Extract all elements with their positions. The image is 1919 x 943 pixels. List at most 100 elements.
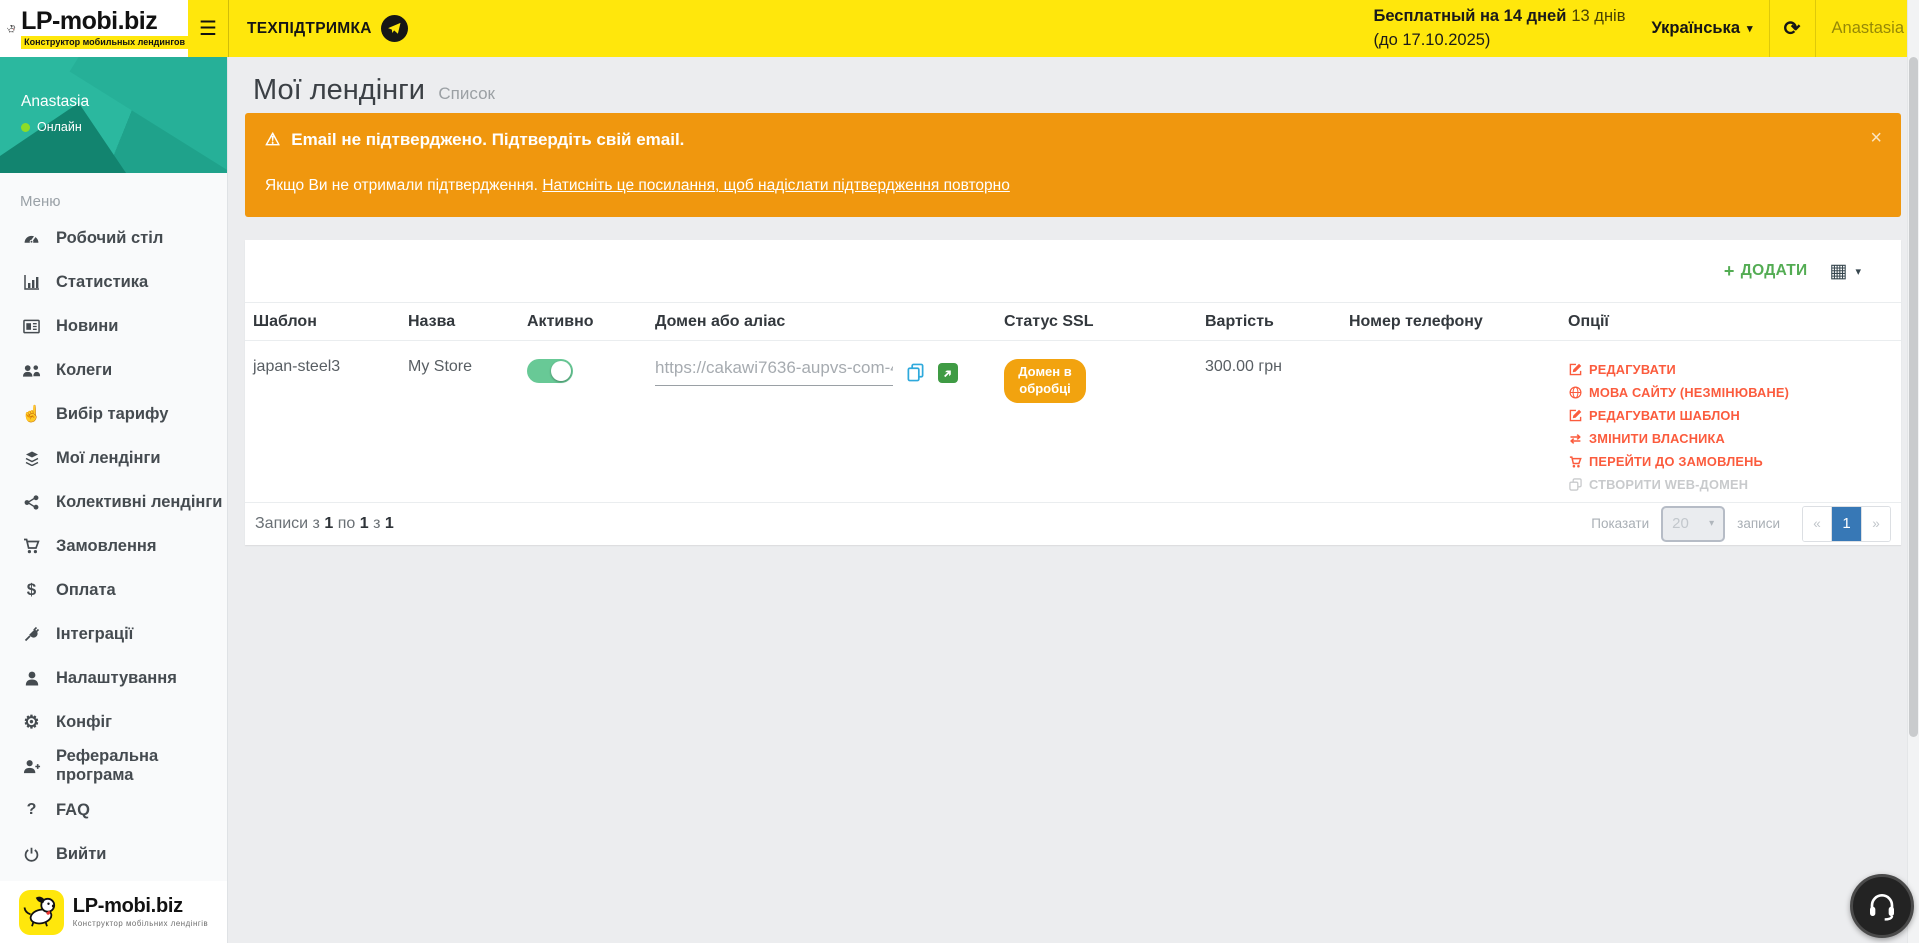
trial-days-left: 13 днів bbox=[1571, 7, 1625, 25]
sidebar-item-statistics[interactable]: Статистика bbox=[0, 260, 227, 304]
edit-icon bbox=[1568, 409, 1583, 422]
table-header-row: Шаблон Назва Активно Домен або аліас Ста… bbox=[245, 303, 1901, 341]
col-header-active: Активно bbox=[519, 303, 647, 341]
topbar-username[interactable]: Anastasia bbox=[1832, 19, 1904, 38]
records-label: записи bbox=[1737, 516, 1780, 531]
gears-icon: ⚙ bbox=[20, 712, 43, 733]
col-header-domain: Домен або аліас bbox=[647, 303, 996, 341]
cell-ssl-status: Домен в обробці bbox=[996, 341, 1197, 503]
sidebar-item-integrations[interactable]: Інтеграції bbox=[0, 612, 227, 656]
headset-icon bbox=[1866, 890, 1898, 922]
language-selector[interactable]: Українська ▾ bbox=[1651, 19, 1752, 38]
open-site-icon[interactable]: ➔ bbox=[938, 363, 958, 383]
resend-confirmation-link[interactable]: Натисніть це посилання, щоб надіслати пі… bbox=[542, 177, 1010, 194]
cell-template: japan-steel3 bbox=[245, 341, 400, 503]
sidebar-item-label: Інтеграції bbox=[56, 625, 133, 644]
dashboard-icon bbox=[20, 230, 43, 247]
user-icon bbox=[20, 671, 43, 686]
warning-icon: ⚠ bbox=[265, 130, 280, 150]
sidebar-item-settings[interactable]: Налаштування bbox=[0, 656, 227, 700]
logo-tagline: Конструктор мобильных лендингов bbox=[21, 36, 188, 49]
sidebar-item-orders[interactable]: Замовлення bbox=[0, 524, 227, 568]
cart-icon bbox=[20, 538, 43, 554]
card-toolbar: + ДОДАТИ ▦ ▾ bbox=[1724, 240, 1901, 302]
sidebar-item-my-landings[interactable]: Мої лендінги bbox=[0, 436, 227, 480]
page-scrollbar[interactable] bbox=[1907, 0, 1919, 943]
sidebar-item-label: Колеги bbox=[56, 361, 112, 380]
alert-text: Якщо Ви не отримали підтвердження. bbox=[265, 177, 542, 194]
dollar-icon: $ bbox=[20, 580, 43, 600]
sidebar-item-config[interactable]: ⚙ Конфіг bbox=[0, 700, 227, 744]
pager-next-button[interactable]: » bbox=[1861, 507, 1890, 541]
alert-title: Email не підтверджено. Підтвердіть свій … bbox=[291, 130, 684, 150]
domain-input[interactable] bbox=[655, 358, 893, 386]
page-size-select[interactable]: 20 ▾ bbox=[1661, 506, 1725, 542]
topbar-right: Бесплатный на 14 дней13 днів (до 17.10.2… bbox=[1373, 0, 1904, 57]
chevron-down-icon: ▾ bbox=[1855, 265, 1861, 278]
cell-options: РЕДАГУВАТИ МОВА САЙТУ (НЕЗМІНЮВАНЕ) РЕДА… bbox=[1560, 341, 1901, 503]
sidebar-item-tariff[interactable]: ☝ Вибір тарифу bbox=[0, 392, 227, 436]
sidebar-item-label: Статистика bbox=[56, 273, 148, 292]
trial-plan: Бесплатный на 14 дней bbox=[1373, 7, 1566, 25]
sidebar-toggle-button[interactable]: ☰ bbox=[188, 0, 229, 57]
col-header-phone: Номер телефону bbox=[1341, 303, 1560, 341]
sidebar-item-label: Реферальна програма bbox=[56, 747, 227, 785]
sidebar-item-label: Вийти bbox=[56, 845, 106, 864]
option-go-to-orders[interactable]: ПЕРЕЙТИ ДО ЗАМОВЛЕНЬ bbox=[1568, 450, 1901, 473]
sidebar-footer-logo[interactable]: LP-mobi.biz Конструктор мобільних лендін… bbox=[0, 881, 227, 943]
sidebar-user-name: Anastasia bbox=[0, 57, 227, 111]
page-title: Мої лендінги bbox=[253, 74, 425, 106]
copy-icon[interactable] bbox=[906, 363, 925, 387]
sidebar-item-label: Оплата bbox=[56, 581, 116, 600]
sidebar-item-dashboard[interactable]: Робочий стіл bbox=[0, 216, 227, 260]
dog-mascot-icon bbox=[19, 890, 64, 935]
dog-mascot-icon bbox=[7, 7, 16, 51]
option-change-owner[interactable]: ⇄ ЗМІНИТИ ВЛАСНИКА bbox=[1568, 427, 1901, 450]
my-landings-icon bbox=[20, 450, 43, 466]
colleagues-icon bbox=[20, 363, 43, 378]
sidebar-item-payment[interactable]: $ Оплата bbox=[0, 568, 227, 612]
sidebar-item-colleagues[interactable]: Колеги bbox=[0, 348, 227, 392]
row-options: РЕДАГУВАТИ МОВА САЙТУ (НЕЗМІНЮВАНЕ) РЕДА… bbox=[1568, 358, 1901, 496]
option-edit-template[interactable]: РЕДАГУВАТИ ШАБЛОН bbox=[1568, 404, 1901, 427]
pager-prev-button[interactable]: « bbox=[1803, 507, 1832, 541]
close-icon[interactable]: × bbox=[1870, 127, 1882, 150]
records-summary: Записи з 1 по 1 з 1 bbox=[255, 515, 394, 533]
columns-dropdown[interactable]: ▦ ▾ bbox=[1830, 260, 1861, 283]
sidebar-item-news[interactable]: Новини bbox=[0, 304, 227, 348]
exchange-icon: ⇄ bbox=[1568, 431, 1583, 447]
option-site-language[interactable]: МОВА САЙТУ (НЕЗМІНЮВАНЕ) bbox=[1568, 381, 1901, 404]
option-label: ПЕРЕЙТИ ДО ЗАМОВЛЕНЬ bbox=[1589, 454, 1763, 469]
refresh-icon: ⟳ bbox=[1784, 16, 1801, 41]
col-header-name: Назва bbox=[400, 303, 519, 341]
scrollbar-thumb[interactable] bbox=[1909, 57, 1918, 737]
ssl-status-badge: Домен в обробці bbox=[1004, 359, 1086, 403]
sidebar-item-referral[interactable]: Реферальна програма bbox=[0, 744, 227, 788]
option-label: СТВОРИТИ WEB-ДОМЕН bbox=[1589, 477, 1748, 492]
sidebar-item-logout[interactable]: Вийти bbox=[0, 832, 227, 876]
table-grid-icon: ▦ bbox=[1830, 260, 1848, 283]
sidebar-item-label: FAQ bbox=[56, 801, 90, 820]
page-size-value: 20 bbox=[1672, 515, 1689, 532]
cell-price: 300.00 грн bbox=[1197, 341, 1341, 503]
show-label: Показати bbox=[1591, 516, 1649, 531]
option-label: ЗМІНИТИ ВЛАСНИКА bbox=[1589, 431, 1725, 446]
col-header-ssl: Статус SSL bbox=[996, 303, 1197, 341]
sidebar-item-faq[interactable]: ? FAQ bbox=[0, 788, 227, 832]
option-edit[interactable]: РЕДАГУВАТИ bbox=[1568, 358, 1901, 381]
active-toggle[interactable] bbox=[527, 359, 573, 383]
refresh-button[interactable]: ⟳ bbox=[1770, 0, 1815, 57]
app-root: LP-mobi.biz Конструктор мобильных лендин… bbox=[0, 0, 1919, 943]
support-label: ТЕХПІДТРИМКА bbox=[247, 20, 372, 38]
pager-page-1[interactable]: 1 bbox=[1832, 507, 1861, 541]
add-landing-button[interactable]: + ДОДАТИ bbox=[1724, 261, 1808, 282]
option-label: МОВА САЙТУ (НЕЗМІНЮВАНЕ) bbox=[1589, 385, 1789, 400]
user-plus-icon bbox=[20, 759, 43, 774]
question-icon: ? bbox=[20, 801, 43, 819]
col-header-price: Вартість bbox=[1197, 303, 1341, 341]
support-button[interactable]: ТЕХПІДТРИМКА bbox=[247, 0, 408, 57]
topbar-logo[interactable]: LP-mobi.biz Конструктор мобильных лендин… bbox=[0, 0, 188, 57]
cell-phone bbox=[1341, 341, 1560, 503]
sidebar-item-collective-landings[interactable]: Колективні лендінги bbox=[0, 480, 227, 524]
support-chat-button[interactable] bbox=[1850, 874, 1914, 938]
